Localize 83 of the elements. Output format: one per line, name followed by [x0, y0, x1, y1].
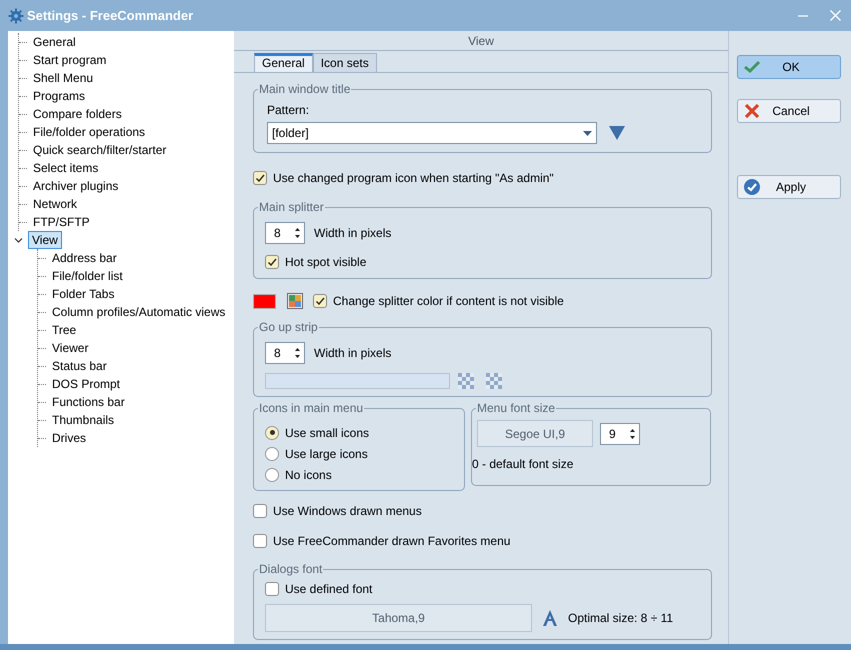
tree-item[interactable]: File/folder operations	[29, 123, 150, 141]
tree-item[interactable]: Folder Tabs	[48, 285, 118, 303]
checkbox-label[interactable]: Use Windows drawn menus	[273, 502, 422, 520]
spin-field[interactable]: 8	[265, 342, 305, 364]
dialog-button[interactable]: Apply	[737, 175, 841, 199]
tree-item[interactable]: General	[29, 33, 80, 51]
check-icon	[744, 59, 760, 75]
caret-icon	[583, 130, 592, 136]
dialog-button[interactable]: Cancel	[737, 99, 841, 123]
tree-item[interactable]: Drives	[48, 429, 90, 447]
tree-item[interactable]: Tree	[48, 321, 80, 339]
tree-item[interactable]: Column profiles/Automatic views	[48, 303, 230, 321]
tree-item[interactable]: Viewer	[48, 339, 92, 357]
radio-label[interactable]: Use small icons	[285, 424, 370, 442]
check-icon	[266, 256, 278, 268]
checkbox-label[interactable]: Use defined font	[285, 580, 372, 598]
tree-item[interactable]: Status bar	[48, 357, 111, 375]
pattern-dropdown[interactable]: [folder]	[267, 122, 597, 144]
tree-item[interactable]: Archiver plugins	[29, 177, 122, 195]
spin-field[interactable]: 8	[265, 222, 305, 244]
field-label: Width in pixels	[314, 225, 392, 242]
spin-arrows-icon[interactable]	[294, 226, 301, 240]
group-title: Main splitter	[258, 200, 325, 214]
tree-item[interactable]: Quick search/filter/starter	[29, 141, 170, 159]
spin-arrows-icon[interactable]	[629, 426, 636, 440]
tree-item[interactable]: FTP/SFTP	[29, 213, 94, 231]
group-title: Dialogs font	[258, 562, 324, 576]
font-field: Segoe UI,9	[477, 420, 593, 447]
panel-title: View	[234, 31, 728, 51]
close-icon[interactable]	[830, 10, 841, 21]
checkbox[interactable]	[265, 255, 279, 269]
dropdown-arrow-icon[interactable]	[609, 126, 625, 140]
radio-button[interactable]	[265, 426, 279, 440]
radio-label[interactable]: No icons	[285, 466, 332, 484]
note-text: 0 - default font size	[472, 456, 574, 473]
check-icon	[254, 172, 266, 184]
radio-button[interactable]	[265, 468, 279, 482]
tree-item[interactable]: Functions bar	[48, 393, 129, 411]
group-title: Menu font size	[476, 401, 556, 415]
radio-button[interactable]	[265, 446, 279, 460]
tree-item[interactable]: Address bar	[48, 249, 121, 267]
group-title: Icons in main menu	[258, 401, 364, 415]
palette-icon[interactable]	[287, 293, 303, 309]
group-title: Main window title	[258, 82, 352, 96]
tree-item[interactable]: DOS Prompt	[48, 375, 124, 393]
field-label: Pattern:	[267, 102, 310, 119]
spin-arrows-icon[interactable]	[294, 346, 301, 360]
dialog-button[interactable]: OK	[737, 55, 841, 79]
tree-item[interactable]: Compare folders	[29, 105, 126, 123]
tree-item[interactable]: Start program	[29, 51, 110, 69]
checkbox-label[interactable]: Hot spot visible	[285, 253, 366, 271]
window-title: Settings - FreeCommander	[27, 6, 194, 25]
hint-text: Optimal size: 8 ÷ 11	[568, 610, 674, 627]
field-label: Width in pixels	[314, 345, 392, 362]
checkbox[interactable]	[253, 171, 267, 185]
tree-item[interactable]: Network	[29, 195, 82, 213]
gear-icon	[8, 8, 24, 24]
font-icon[interactable]	[542, 610, 558, 626]
group-title: Go up strip	[258, 320, 319, 334]
tab[interactable]: Icon sets	[312, 53, 377, 72]
color-swatch[interactable]	[253, 294, 276, 308]
checkbox[interactable]	[265, 582, 279, 596]
spin-field[interactable]: 9	[600, 422, 640, 444]
radio-label[interactable]: Use large icons	[285, 444, 368, 462]
tree-item[interactable]: View	[28, 231, 62, 249]
check-circle-icon	[744, 179, 760, 195]
tree-item[interactable]: Programs	[29, 87, 90, 105]
font-field: Tahoma,9	[265, 604, 532, 632]
checker-icon[interactable]	[458, 373, 474, 389]
check-icon	[314, 295, 326, 307]
tree-item[interactable]: Thumbnails	[48, 411, 118, 429]
checkbox[interactable]	[313, 294, 327, 308]
checkbox-label[interactable]: Use FreeCommander drawn Favorites menu	[273, 532, 510, 550]
tree-item[interactable]: File/folder list	[48, 267, 127, 285]
close-icon	[744, 103, 760, 119]
tree-item[interactable]: Select items	[29, 159, 102, 177]
tree-item[interactable]: Shell Menu	[29, 69, 98, 87]
checkbox[interactable]	[253, 534, 267, 548]
checkbox[interactable]	[253, 504, 267, 518]
tab[interactable]: General	[254, 53, 313, 72]
checkbox-label[interactable]: Change splitter color if content is not visible	[333, 292, 564, 310]
checker-icon[interactable]	[486, 373, 502, 389]
checkbox-label[interactable]: Use changed program icon when starting "As admin"	[273, 169, 554, 187]
